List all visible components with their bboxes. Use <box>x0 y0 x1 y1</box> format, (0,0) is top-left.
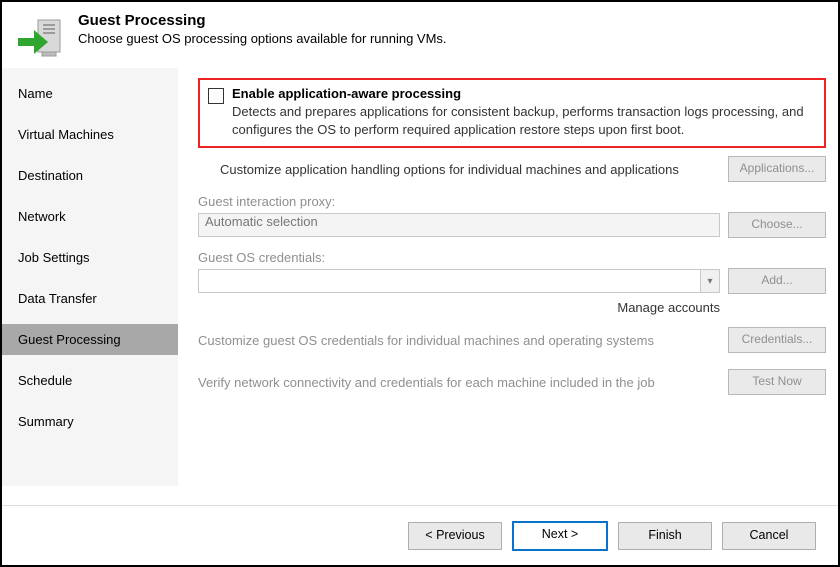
sidebar-item-job-settings[interactable]: Job Settings <box>2 242 178 273</box>
highlighted-option: Enable application-aware processing Dete… <box>198 78 826 148</box>
cancel-button[interactable]: Cancel <box>722 522 816 550</box>
finish-button[interactable]: Finish <box>618 522 712 550</box>
enable-app-aware-desc: Detects and prepares applications for co… <box>232 103 816 138</box>
sidebar-item-destination[interactable]: Destination <box>2 160 178 191</box>
next-button[interactable]: Next > <box>512 521 608 551</box>
enable-app-aware-checkbox[interactable] <box>208 88 224 104</box>
customize-cred-text: Customize guest OS credentials for indiv… <box>198 333 720 348</box>
wizard-footer: < Previous Next > Finish Cancel <box>2 505 838 565</box>
sidebar-item-data-transfer[interactable]: Data Transfer <box>2 283 178 314</box>
page-title: Guest Processing <box>78 12 447 29</box>
wizard-header: Guest Processing Choose guest OS process… <box>2 2 838 68</box>
test-now-button[interactable]: Test Now <box>728 369 826 395</box>
proxy-label: Guest interaction proxy: <box>198 194 826 209</box>
page-subtitle: Choose guest OS processing options avail… <box>78 31 447 46</box>
add-button[interactable]: Add... <box>728 268 826 294</box>
customize-app-text: Customize application handling options f… <box>198 162 720 177</box>
sidebar-item-guest-processing[interactable]: Guest Processing <box>2 324 178 355</box>
wizard-window: Guest Processing Choose guest OS process… <box>0 0 840 567</box>
credentials-button[interactable]: Credentials... <box>728 327 826 353</box>
guest-processing-icon <box>18 16 62 60</box>
manage-accounts-link[interactable]: Manage accounts <box>617 300 720 315</box>
wizard-content: Enable application-aware processing Dete… <box>178 68 838 486</box>
verify-text: Verify network connectivity and credenti… <box>198 375 720 390</box>
credentials-label: Guest OS credentials: <box>198 250 826 265</box>
choose-button[interactable]: Choose... <box>728 212 826 238</box>
wizard-sidebar: Name Virtual Machines Destination Networ… <box>2 68 178 486</box>
proxy-input[interactable]: Automatic selection <box>198 213 720 237</box>
wizard-body: Name Virtual Machines Destination Networ… <box>2 68 838 486</box>
enable-app-aware-title: Enable application-aware processing <box>232 86 816 101</box>
sidebar-item-name[interactable]: Name <box>2 78 178 109</box>
sidebar-item-network[interactable]: Network <box>2 201 178 232</box>
sidebar-item-summary[interactable]: Summary <box>2 406 178 437</box>
previous-button[interactable]: < Previous <box>408 522 502 550</box>
sidebar-item-schedule[interactable]: Schedule <box>2 365 178 396</box>
applications-button[interactable]: Applications... <box>728 156 826 182</box>
chevron-down-icon: ▾ <box>700 270 719 292</box>
credentials-combobox[interactable]: ▾ <box>198 269 720 293</box>
sidebar-item-virtual-machines[interactable]: Virtual Machines <box>2 119 178 150</box>
